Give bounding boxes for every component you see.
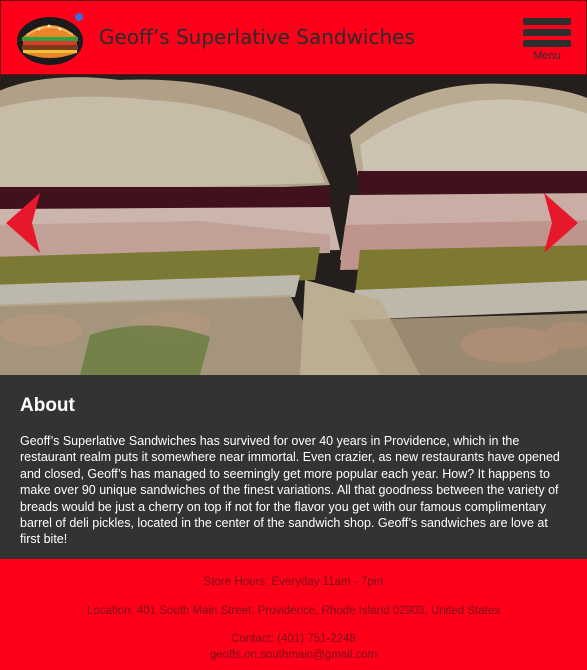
about-section: About Geoff’s Superlative Sandwiches has… bbox=[0, 375, 587, 559]
site-title[interactable]: Geoff’s Superlative Sandwiches bbox=[99, 25, 415, 49]
about-heading: About bbox=[20, 395, 75, 416]
burger-logo-icon[interactable] bbox=[15, 11, 85, 67]
contact-email[interactable]: geoffs.on.southmain@gmail.com bbox=[0, 649, 587, 661]
hamburger-menu-icon[interactable] bbox=[523, 18, 571, 47]
store-location: Location: 401 South Main Street, Provide… bbox=[87, 605, 500, 617]
hero-carousel[interactable] bbox=[0, 75, 587, 375]
site-header: Geoff’s Superlative Sandwiches Menu bbox=[0, 0, 587, 75]
store-hours: Store Hours: Everyday 11am - 7pm bbox=[203, 576, 384, 588]
site-footer: Store Hours: Everyday 11am - 7pm Locatio… bbox=[0, 559, 587, 670]
chevron-right-icon[interactable] bbox=[544, 193, 578, 253]
about-text: Geoff’s Superlative Sandwiches has survi… bbox=[20, 434, 560, 547]
chevron-left-icon[interactable] bbox=[6, 193, 40, 253]
sandwich-photo bbox=[0, 75, 587, 375]
menu-label[interactable]: Menu bbox=[523, 50, 571, 62]
contact-phone: Contact: (401) 751-2248 bbox=[231, 633, 356, 645]
menu-button[interactable]: Menu bbox=[523, 18, 571, 63]
